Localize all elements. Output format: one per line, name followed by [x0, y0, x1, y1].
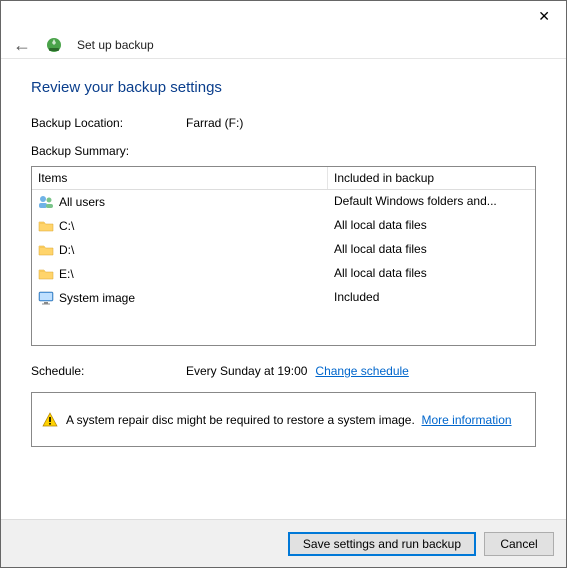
info-box: A system repair disc might be required t… [31, 392, 536, 447]
table-row[interactable]: All users Default Windows folders and... [32, 190, 535, 214]
folder-icon [38, 266, 54, 282]
item-label: C:\ [59, 219, 74, 233]
schedule-label: Schedule: [31, 364, 186, 378]
back-arrow-icon[interactable]: ← [13, 36, 31, 54]
close-icon[interactable]: ✕ [534, 6, 554, 27]
table-row[interactable]: C:\ All local data files [32, 214, 535, 238]
included-label: All local data files [328, 214, 535, 238]
monitor-icon [38, 290, 54, 306]
wizard-title: Set up backup [77, 38, 154, 52]
nav-bar: ← Set up backup [1, 31, 566, 59]
included-label: All local data files [328, 262, 535, 286]
warning-icon [42, 412, 58, 428]
item-label: System image [59, 291, 135, 305]
item-label: D:\ [59, 243, 74, 257]
folder-icon [38, 242, 54, 258]
backup-location-row: Backup Location: Farrad (F:) [31, 116, 536, 130]
col-included[interactable]: Included in backup [328, 167, 535, 189]
page-heading: Review your backup settings [31, 79, 536, 96]
table-row[interactable]: E:\ All local data files [32, 262, 535, 286]
more-information-link[interactable]: More information [422, 413, 512, 427]
summary-table: Items Included in backup All users Defaul… [31, 166, 536, 346]
backup-location-label: Backup Location: [31, 116, 186, 130]
cancel-button[interactable]: Cancel [484, 532, 554, 556]
change-schedule-link[interactable]: Change schedule [315, 364, 408, 378]
wizard-icon [45, 36, 63, 54]
included-label: Included [328, 286, 535, 310]
col-items[interactable]: Items [32, 167, 328, 189]
info-text: A system repair disc might be required t… [66, 413, 512, 427]
table-header: Items Included in backup [32, 167, 535, 190]
users-icon [38, 194, 54, 210]
backup-location-value: Farrad (F:) [186, 116, 536, 130]
item-label: E:\ [59, 267, 74, 281]
schedule-value: Every Sunday at 19:00 [186, 364, 307, 378]
item-label: All users [59, 195, 105, 209]
backup-summary-label: Backup Summary: [31, 144, 536, 158]
folder-icon [38, 218, 54, 234]
included-label: All local data files [328, 238, 535, 262]
content-area: Review your backup settings Backup Locat… [1, 59, 566, 519]
table-row[interactable]: D:\ All local data files [32, 238, 535, 262]
included-label: Default Windows folders and... [328, 190, 535, 214]
titlebar: ✕ [1, 1, 566, 31]
footer: Save settings and run backup Cancel [1, 519, 566, 567]
table-row[interactable]: System image Included [32, 286, 535, 310]
schedule-row: Schedule: Every Sunday at 19:00 Change s… [31, 364, 536, 378]
save-run-button[interactable]: Save settings and run backup [288, 532, 476, 556]
